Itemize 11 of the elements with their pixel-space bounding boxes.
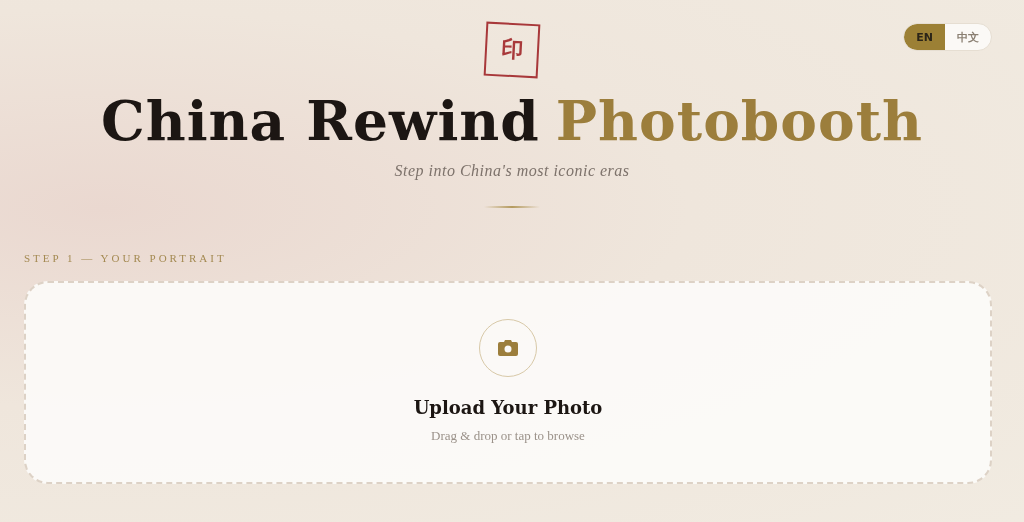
upload-dropzone[interactable]: Upload Your Photo Drag & drop or tap to browse (24, 280, 992, 484)
seal-stamp: 印 (483, 21, 541, 79)
subtitle: Step into China's most iconic eras (394, 161, 630, 180)
title-text: Photobooth (555, 91, 924, 152)
language-option[interactable]: 中文 (945, 24, 991, 50)
step-label: STEP 1 — YOUR PORTRAIT (24, 251, 227, 264)
camera-icon (497, 338, 519, 357)
upload-heading: Upload Your Photo (413, 396, 603, 418)
title-text: China Rewind (100, 91, 540, 152)
language-option[interactable]: EN (904, 24, 945, 50)
upload-hint: Drag & drop or tap to browse (431, 427, 585, 444)
